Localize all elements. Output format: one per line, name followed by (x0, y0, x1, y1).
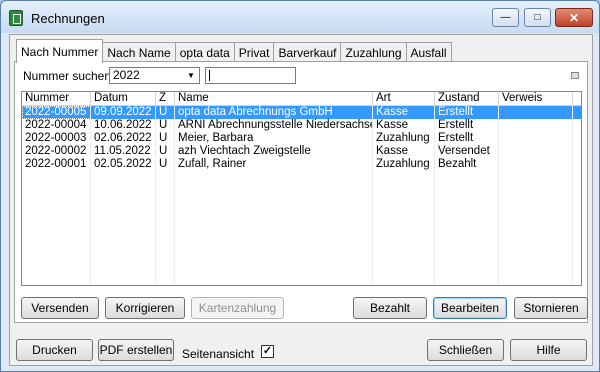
tab-nach-nummer[interactable]: Nach Nummer (16, 39, 104, 63)
title-bar[interactable]: Rechnungen — □ ✕ (1, 1, 599, 33)
tab-nach-name[interactable]: Nach Name (102, 42, 176, 62)
close-button[interactable]: ✕ (555, 8, 593, 27)
tab-barverkauf[interactable]: Barverkauf (273, 42, 342, 62)
year-value: 2022 (113, 68, 140, 82)
cell-nummer: 2022-00001 (25, 158, 87, 170)
close-icon: ✕ (568, 10, 580, 25)
column-divider (90, 106, 91, 285)
column-divider (372, 106, 373, 285)
tab-opta-data[interactable]: opta data (174, 42, 235, 62)
cell-z: Ü (159, 119, 168, 131)
resize-grip-icon[interactable] (571, 72, 579, 79)
cell-art: Kasse (376, 106, 408, 118)
dialog-client-area: Nach Nummer Nach Name opta data Privat B… (9, 34, 593, 366)
korrigieren-button[interactable]: Korrigieren (105, 297, 185, 319)
cell-name: Zufall, Rainer (178, 158, 247, 170)
cell-nummer: 2022-00003 (25, 132, 87, 144)
cell-name: ARNI Abrechnungsstelle Niedersachsen Gmb… (178, 119, 373, 131)
column-header-art[interactable]: Art (373, 92, 435, 105)
column-header-datum[interactable]: Datum (91, 92, 156, 105)
column-header-extra[interactable] (573, 92, 581, 105)
rechnungen-window: Rechnungen — □ ✕ Nach Nummer Nach Name o… (0, 0, 600, 372)
cell-datum: 10.06.2022 (94, 119, 152, 131)
cell-datum: 11.05.2022 (94, 145, 151, 157)
drucken-button[interactable]: Drucken (16, 339, 93, 361)
cell-zustand: Bezahlt (438, 158, 477, 170)
cell-nummer: 2022-00004 (25, 119, 87, 131)
cell-zustand: Versendet (438, 145, 490, 157)
cell-name: azh Viechtach Zweigstelle (178, 145, 311, 157)
cell-datum: 09.09.2022 (94, 106, 152, 118)
search-input[interactable] (205, 67, 296, 84)
bearbeiten-button[interactable]: Bearbeiten (433, 297, 507, 319)
cell-name: Meier, Barbara (178, 132, 254, 144)
cell-zustand: Erstellt (438, 132, 474, 144)
tab-privat[interactable]: Privat (233, 42, 275, 62)
column-header-verweis[interactable]: Verweis (499, 92, 573, 105)
cell-zustand: Erstellt (438, 119, 474, 131)
column-header-name[interactable]: Name (175, 92, 373, 105)
minimize-button[interactable]: — (492, 8, 519, 27)
tab-zuzahlung[interactable]: Zuzahlung (340, 42, 407, 62)
column-divider (155, 106, 156, 285)
column-header-zustand[interactable]: Zustand (435, 92, 499, 105)
cell-z: Ü (159, 158, 168, 170)
schliessen-button[interactable]: Schließen (427, 339, 504, 361)
tab-panel: Nummer suchen 2022 ▼ Nummer Datum Z Name… (14, 61, 588, 323)
table-header: Nummer Datum Z Name Art Zustand Verweis (22, 92, 581, 106)
hilfe-button[interactable]: Hilfe (510, 339, 587, 361)
cell-z: Ü (159, 145, 168, 157)
seitenansicht-label: Seitenansicht (182, 347, 255, 361)
column-header-nummer[interactable]: Nummer (22, 92, 91, 105)
cell-verweis (499, 158, 573, 171)
window-title: Rechnungen (31, 11, 105, 26)
pdf-erstellen-button[interactable]: PDF erstellen (98, 339, 174, 361)
cell-art: Zuzahlung (376, 132, 430, 144)
cell-name: opta data Abrechnungs GmbH (178, 106, 333, 118)
stornieren-button[interactable]: Stornieren (514, 297, 588, 319)
chevron-down-icon[interactable]: ▼ (184, 69, 198, 82)
column-divider (434, 106, 435, 285)
cell-verweis (499, 106, 573, 119)
maximize-icon: □ (534, 12, 541, 23)
seitenansicht-checkbox[interactable]: ✓ (261, 345, 274, 358)
cell-verweis (499, 119, 573, 132)
maximize-button[interactable]: □ (524, 8, 551, 27)
column-divider (572, 106, 573, 285)
cell-verweis (499, 132, 573, 145)
minimize-icon: — (500, 12, 511, 23)
invoice-table[interactable]: Nummer Datum Z Name Art Zustand Verweis … (21, 91, 582, 286)
cell-zustand: Erstellt (438, 106, 474, 118)
column-header-z[interactable]: Z (156, 92, 175, 105)
cell-art: Zuzahlung (376, 158, 430, 170)
search-label: Nummer suchen (23, 69, 112, 83)
cell-nummer: 2022-00002 (25, 145, 87, 157)
kartenzahlung-button[interactable]: Kartenzahlung (191, 297, 284, 319)
tab-ausfall[interactable]: Ausfall (405, 42, 452, 62)
column-divider (498, 106, 499, 285)
cell-verweis (499, 145, 573, 158)
versenden-button[interactable]: Versenden (21, 297, 99, 319)
column-divider (174, 106, 175, 285)
bezahlt-button[interactable]: Bezahlt (353, 297, 427, 319)
cell-art: Kasse (376, 145, 408, 157)
cell-datum: 02.05.2022 (94, 158, 152, 170)
cell-art: Kasse (376, 119, 408, 131)
cell-z: Ü (159, 106, 168, 118)
app-icon (9, 10, 23, 26)
cell-z: Ü (159, 132, 168, 144)
year-select[interactable]: 2022 ▼ (109, 67, 200, 84)
cell-datum: 02.06.2022 (94, 132, 152, 144)
tab-strip: Nach Nummer Nach Name opta data Privat B… (16, 39, 452, 63)
cell-nummer: 2022-00005 (22, 106, 91, 119)
